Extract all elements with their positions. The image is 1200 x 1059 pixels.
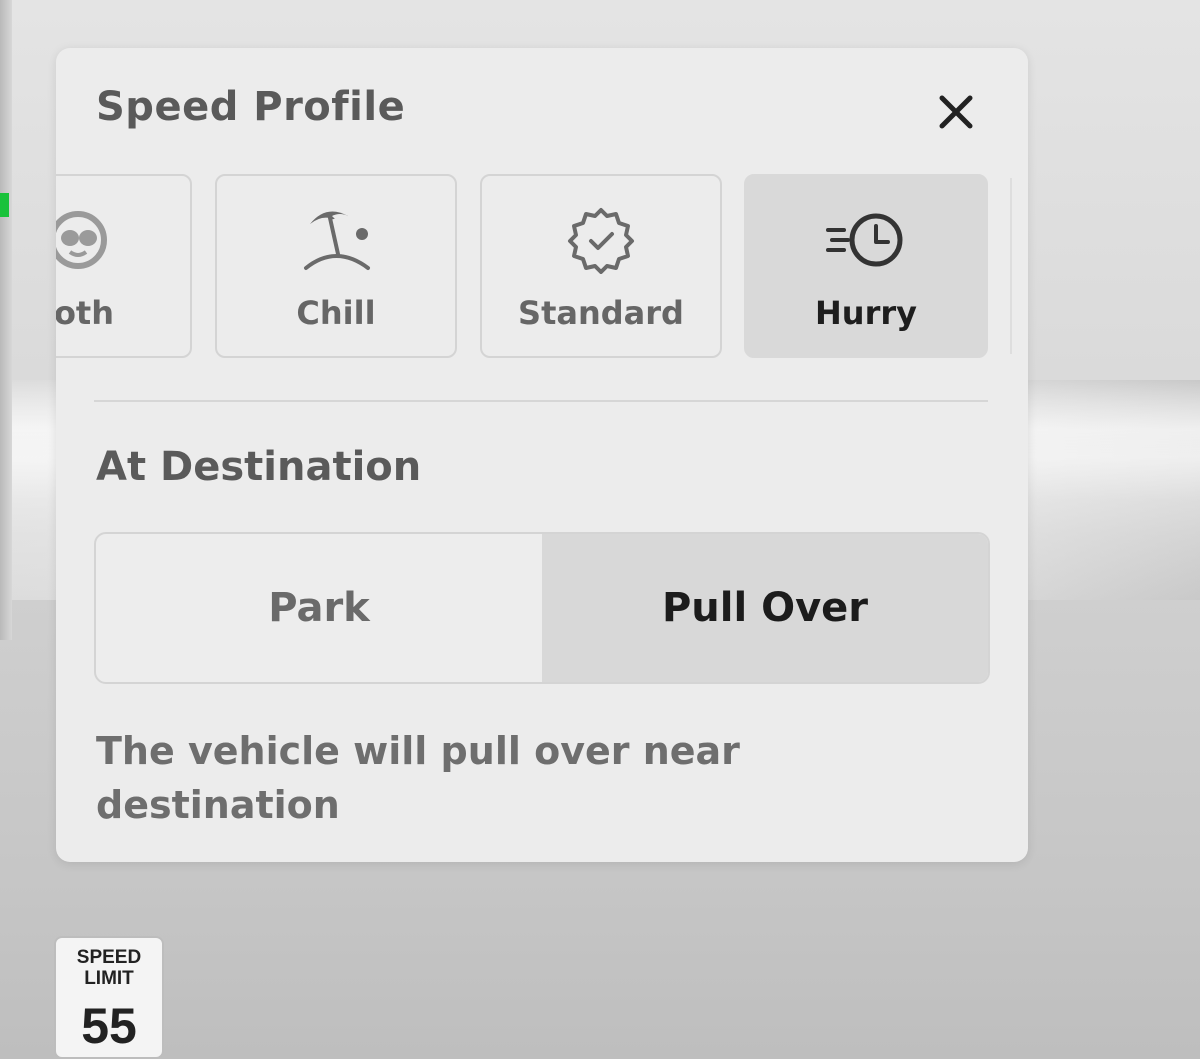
profile-label-chill: Chill bbox=[296, 294, 376, 332]
next-card-edge bbox=[1010, 178, 1012, 354]
pull-over-option[interactable]: Pull Over bbox=[542, 534, 988, 682]
beach-umbrella-icon bbox=[304, 211, 370, 270]
park-option[interactable]: Park bbox=[96, 534, 542, 682]
sloth-icon bbox=[56, 211, 107, 269]
at-destination-title: At Destination bbox=[96, 444, 422, 490]
speed-profile-carousel[interactable]: oth Chill Standard Hurry bbox=[56, 172, 1028, 364]
destination-description: The vehicle will pull over near destinat… bbox=[96, 729, 740, 827]
close-button[interactable] bbox=[932, 88, 980, 136]
profile-card-hurry[interactable]: Hurry bbox=[744, 174, 988, 358]
profile-label-hurry: Hurry bbox=[815, 294, 917, 332]
speed-limit-label-top: SPEED bbox=[76, 947, 142, 968]
fast-clock-icon bbox=[826, 213, 903, 267]
left-edge bbox=[0, 0, 12, 640]
status-indicator bbox=[0, 193, 9, 217]
profile-card-chill[interactable]: Chill bbox=[215, 174, 457, 358]
speed-profile-panel: Speed Profile oth Chill Standard Hurry A… bbox=[56, 48, 1028, 862]
profile-label-sloth: oth bbox=[56, 294, 114, 332]
panel-title: Speed Profile bbox=[96, 84, 406, 130]
destination-segmented-control[interactable]: Park Pull Over bbox=[94, 532, 990, 684]
divider bbox=[94, 400, 988, 402]
profile-card-sloth[interactable]: oth bbox=[56, 174, 192, 358]
speed-limit-value: 55 bbox=[81, 998, 137, 1054]
profile-card-standard[interactable]: Standard bbox=[480, 174, 722, 358]
speed-limit-sign: SPEED LIMIT 55 bbox=[54, 936, 164, 1059]
profile-label-standard: Standard bbox=[518, 294, 684, 332]
close-icon bbox=[939, 95, 973, 129]
check-badge-icon bbox=[568, 208, 634, 274]
speed-limit-label-bottom: LIMIT bbox=[84, 968, 134, 989]
